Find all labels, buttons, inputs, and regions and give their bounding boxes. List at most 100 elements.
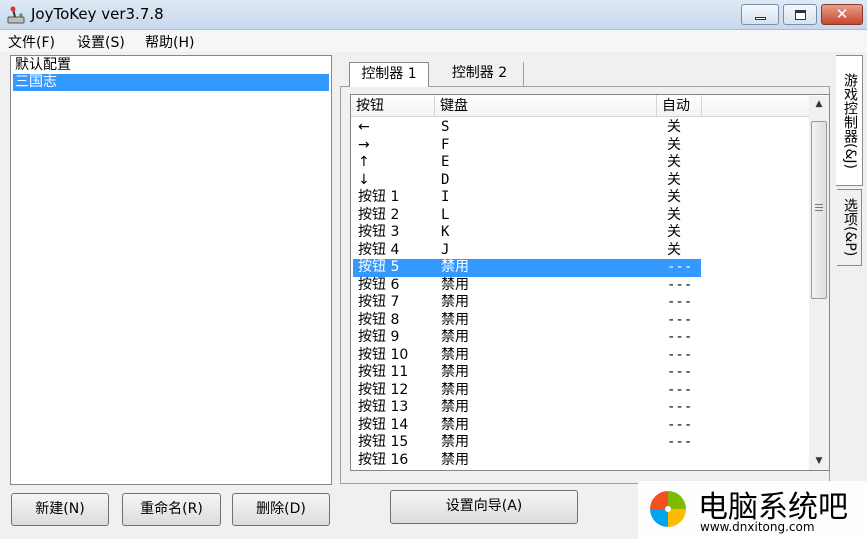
cell-button: 按钮 10 [358, 346, 409, 363]
cell-key: L [441, 206, 450, 223]
tab-options[interactable]: 选项(&P) [837, 189, 862, 266]
cell-key: D [441, 171, 450, 188]
cell-key: 禁用 [441, 364, 469, 380]
table-row[interactable]: 按钮 12 禁用 --- [353, 382, 701, 400]
profile-item-selected[interactable]: 三国志 [13, 74, 329, 91]
maximize-icon [795, 10, 806, 20]
cell-key: S [441, 119, 450, 135]
table-row[interactable]: → F 关 [353, 137, 701, 155]
cell-button: → [358, 136, 370, 153]
table-row[interactable]: 按钮 8 禁用 --- [353, 312, 701, 330]
tab-controller-1[interactable]: 控制器 1 [349, 62, 429, 87]
watermark-url: www.dnxitong.com [700, 520, 815, 534]
title-bar: JoyToKey ver3.7.8 ✕ [0, 0, 867, 30]
minimize-button[interactable] [741, 4, 779, 25]
table-row[interactable]: 按钮 2 L 关 [353, 207, 701, 225]
cell-key: 禁用 [441, 311, 469, 328]
cell-auto: 关 [667, 136, 681, 153]
cell-auto: --- [667, 416, 693, 433]
cell-auto: --- [667, 276, 693, 293]
watermark: 电脑系统吧 www.dnxitong.com [638, 481, 867, 539]
table-row[interactable]: 按钮 9 禁用 --- [353, 329, 701, 347]
new-button[interactable]: 新建(N) [11, 493, 109, 526]
cell-auto: --- [667, 434, 693, 450]
cell-button: 按钮 4 [358, 241, 400, 258]
cell-button: 按钮 1 [358, 189, 400, 205]
table-row[interactable]: ↓ D 关 [353, 172, 701, 190]
cell-button: ← [358, 119, 370, 135]
table-row[interactable]: 按钮 6 禁用 --- [353, 277, 701, 295]
cell-auto: --- [667, 399, 693, 415]
cell-auto: 关 [667, 241, 681, 258]
cell-key: 禁用 [441, 329, 469, 345]
menu-file[interactable]: 文件(F) [8, 32, 55, 52]
cell-button: ↓ [358, 171, 370, 188]
setup-wizard-button[interactable]: 设置向导(A) [390, 490, 578, 524]
close-button[interactable]: ✕ [821, 4, 863, 25]
cell-auto: --- [667, 329, 693, 345]
table-row[interactable]: 按钮 5 禁用 --- [353, 259, 701, 277]
cell-key: 禁用 [441, 451, 469, 468]
tab-controller-2[interactable]: 控制器 2 [436, 62, 524, 86]
cell-auto: 关 [667, 189, 681, 205]
scroll-up-icon[interactable]: ▲ [809, 96, 829, 113]
cell-button: 按钮 7 [358, 294, 400, 310]
cell-button: 按钮 16 [358, 451, 409, 468]
cell-auto: 关 [667, 119, 681, 135]
scroll-down-icon[interactable]: ▼ [809, 453, 829, 470]
cell-key: 禁用 [441, 259, 469, 275]
table-row[interactable]: 按钮 14 禁用 --- [353, 417, 701, 435]
table-row[interactable]: 按钮 1 I 关 [353, 189, 701, 207]
column-header-key[interactable]: 键盘 [435, 95, 657, 117]
cell-button: 按钮 5 [358, 259, 400, 275]
cell-key: 禁用 [441, 346, 469, 363]
window-title: JoyToKey ver3.7.8 [31, 5, 164, 23]
cell-auto: --- [667, 311, 693, 328]
table-row[interactable]: 按钮 3 K 关 [353, 224, 701, 242]
cell-key: E [441, 154, 450, 170]
cell-button: 按钮 11 [358, 364, 409, 380]
scroll-thumb[interactable] [811, 121, 827, 299]
cell-button: 按钮 8 [358, 311, 400, 328]
table-row[interactable]: 按钮 15 禁用 --- [353, 434, 701, 452]
cell-key: 禁用 [441, 276, 469, 293]
cell-auto: --- [667, 381, 693, 398]
cell-key: 禁用 [441, 416, 469, 433]
button-mapping-table[interactable]: 按钮 键盘 自动 ← S 关 → F 关 ↑ E 关 ↓ D 关按钮 1 I 关按钮 2 L 关按钮 3K关按… [350, 94, 830, 471]
cell-button: 按钮 14 [358, 416, 409, 433]
cell-key: K [441, 224, 450, 240]
table-row[interactable]: 按钮 10 禁用 --- [353, 347, 701, 365]
table-row[interactable]: 按钮 13 禁用 --- [353, 399, 701, 417]
table-row[interactable]: 按钮 16 禁用 [353, 452, 701, 470]
cell-button: 按钮 12 [358, 381, 409, 398]
tab-game-controller[interactable]: 游戏控制器(&J) [836, 55, 863, 186]
column-header-auto[interactable]: 自动 [657, 95, 702, 117]
table-scrollbar[interactable]: ▲ ▼ [809, 96, 829, 470]
profile-item[interactable]: 默认配置 [13, 57, 329, 74]
cell-auto: --- [667, 346, 693, 363]
cell-key: I [441, 189, 450, 205]
delete-button[interactable]: 删除(D) [232, 493, 330, 526]
cell-button: 按钮 13 [358, 399, 409, 415]
table-row[interactable]: 按钮 7 禁用 --- [353, 294, 701, 312]
menu-settings[interactable]: 设置(S) [77, 32, 125, 52]
cell-button: 按钮 15 [358, 434, 409, 450]
table-row[interactable]: ↑ E 关 [353, 154, 701, 172]
cell-auto: 关 [667, 154, 681, 170]
profile-list[interactable]: 默认配置 三国志 [10, 55, 332, 485]
table-row[interactable]: 按钮 11 禁用 --- [353, 364, 701, 382]
close-icon: ✕ [835, 5, 849, 23]
menu-bar: 文件(F) 设置(S) 帮助(H) [0, 30, 867, 52]
minimize-icon [755, 17, 766, 20]
cell-key: J [441, 241, 450, 258]
joystick-icon [7, 6, 25, 24]
cell-button: 按钮 6 [358, 276, 400, 293]
maximize-button[interactable] [783, 4, 817, 25]
table-row[interactable]: 按钮 4 J 关 [353, 242, 701, 260]
rename-button[interactable]: 重命名(R) [122, 493, 221, 526]
cell-key: 禁用 [441, 434, 469, 450]
menu-help[interactable]: 帮助(H) [145, 32, 194, 52]
table-row[interactable]: ← S 关 [353, 119, 701, 137]
column-header-button[interactable]: 按钮 [351, 95, 435, 117]
cell-auto: 关 [667, 224, 681, 240]
